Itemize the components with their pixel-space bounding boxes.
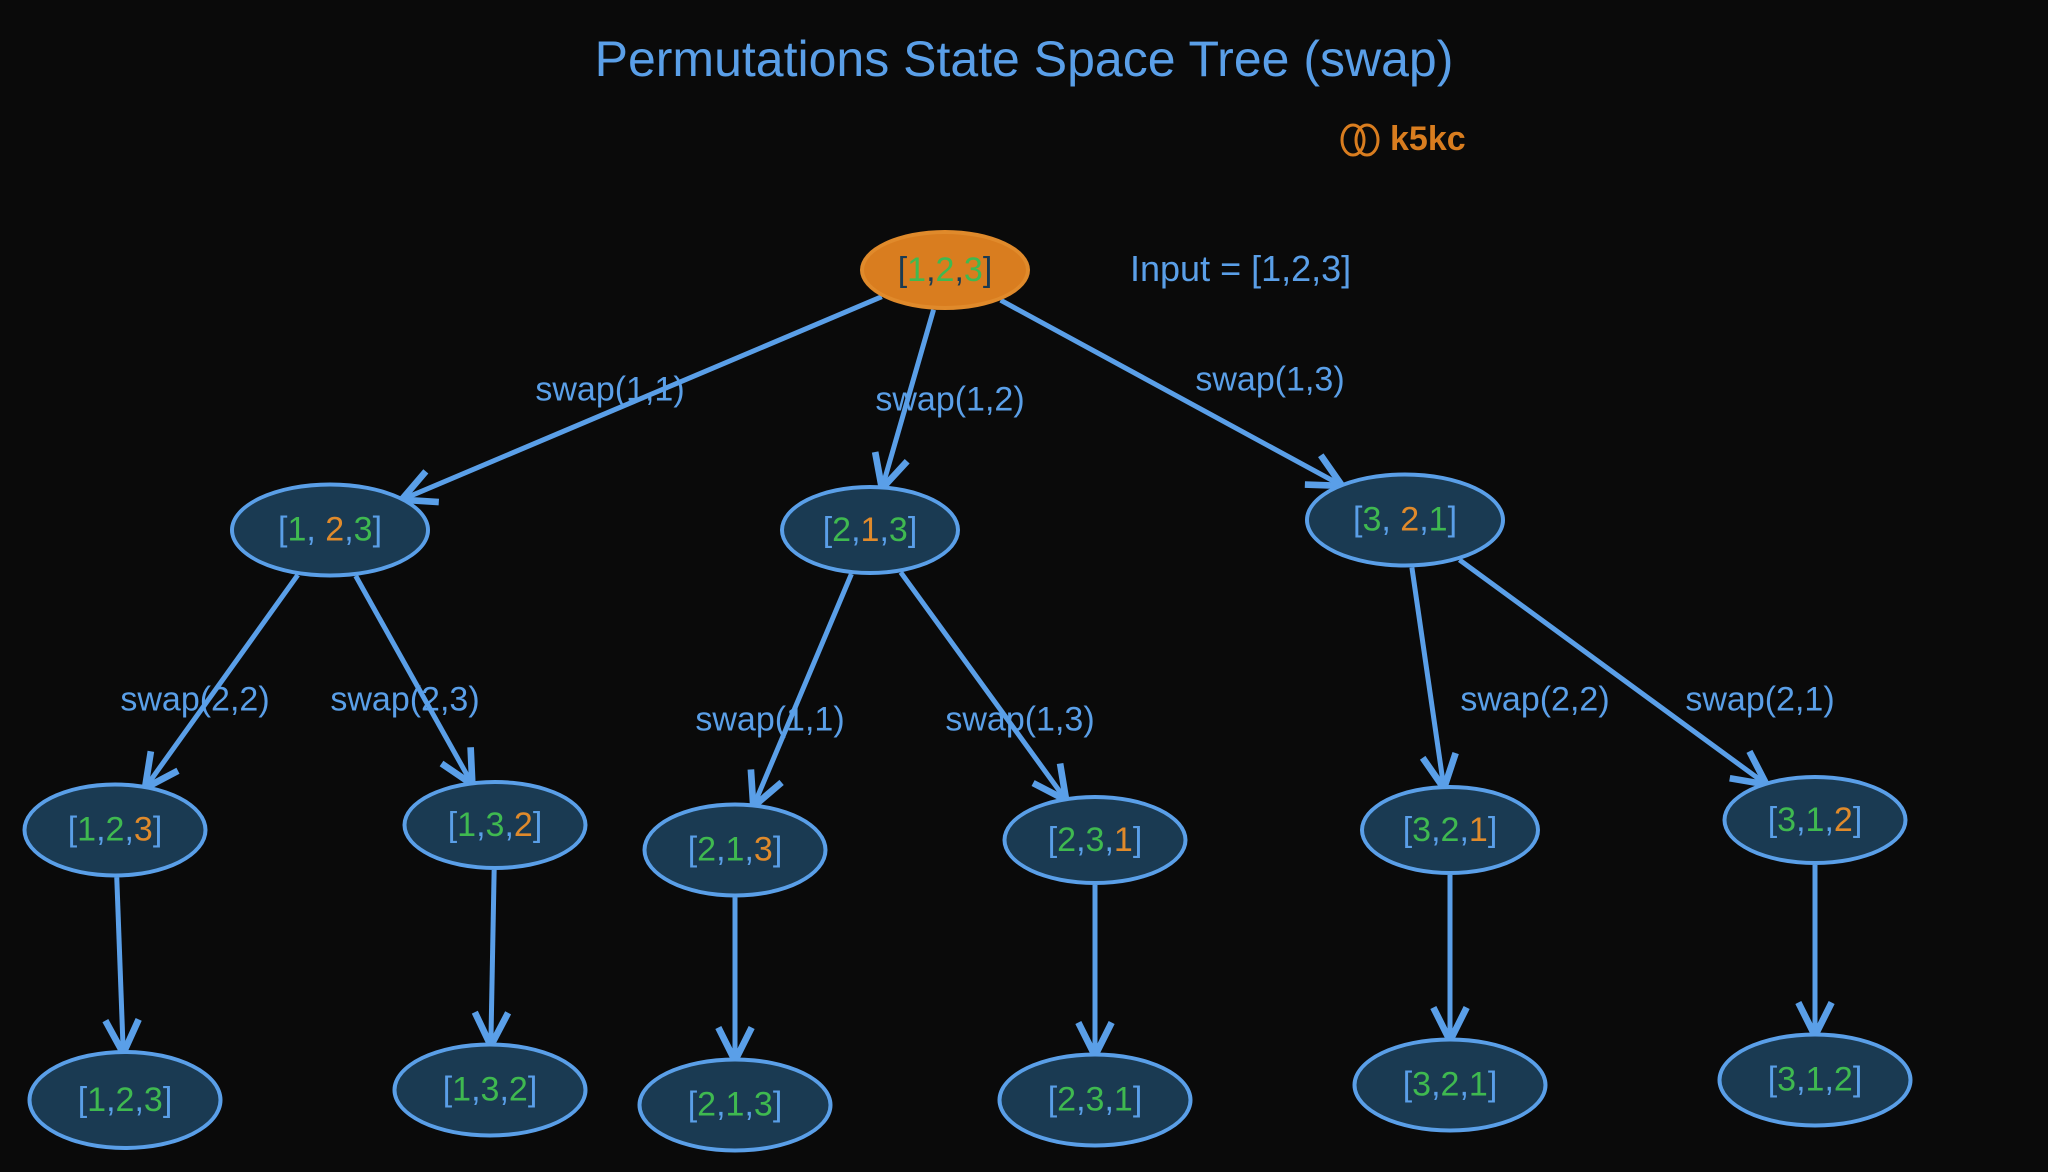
diagram-title: Permutations State Space Tree (swap): [0, 30, 2048, 88]
edge-label: swap(2,2): [120, 681, 269, 720]
edge-label: swap(1,2): [875, 381, 1024, 420]
tree-edge: [1412, 567, 1444, 785]
tree-edge: [1459, 560, 1763, 783]
tree-node: [2,3,1]: [998, 1053, 1193, 1148]
tree-edge: [356, 576, 471, 782]
brand-icon: [1340, 123, 1380, 157]
edge-label: swap(1,1): [535, 371, 684, 410]
tree-node: [1, 2,3]: [230, 483, 430, 578]
tree-node: [1,2,3]: [23, 783, 208, 878]
tree-node: [3, 2,1]: [1305, 473, 1505, 568]
tree-edge: [491, 870, 494, 1043]
tree-edge: [117, 877, 123, 1050]
tree-node: [3,2,1]: [1360, 785, 1540, 875]
edge-label: swap(1,1): [695, 701, 844, 740]
edge-label: swap(2,3): [330, 681, 479, 720]
tree-node: [2,1,3]: [638, 1058, 833, 1153]
tree-node: [2,1,3]: [780, 485, 960, 575]
tree-edge: [901, 572, 1065, 797]
edge-label: swap(1,3): [1195, 361, 1344, 400]
brand-badge: k5kc: [1340, 120, 1466, 159]
tree-node: [2,1,3]: [643, 803, 828, 898]
edges-layer: [0, 0, 2048, 1172]
edge-label: swap(2,2): [1460, 681, 1609, 720]
tree-edge: [755, 574, 852, 804]
tree-node: [3,1,2]: [1718, 1033, 1913, 1128]
tree-node: [1,2,3]: [28, 1050, 223, 1150]
brand-text: k5kc: [1390, 120, 1466, 159]
tree-node: [3,1,2]: [1723, 775, 1908, 865]
tree-node: [2,3,1]: [1003, 795, 1188, 885]
tree-node: [1,2,3]: [860, 230, 1030, 310]
input-annotation: Input = [1,2,3]: [1130, 248, 1351, 290]
edge-label: swap(1,3): [945, 701, 1094, 740]
edge-label: swap(2,1): [1685, 681, 1834, 720]
tree-node: [1,3,2]: [393, 1043, 588, 1138]
diagram-canvas: { "title": "Permutations State Space Tre…: [0, 0, 2048, 1172]
tree-node: [1,3,2]: [403, 780, 588, 870]
tree-node: [3,2,1]: [1353, 1038, 1548, 1133]
